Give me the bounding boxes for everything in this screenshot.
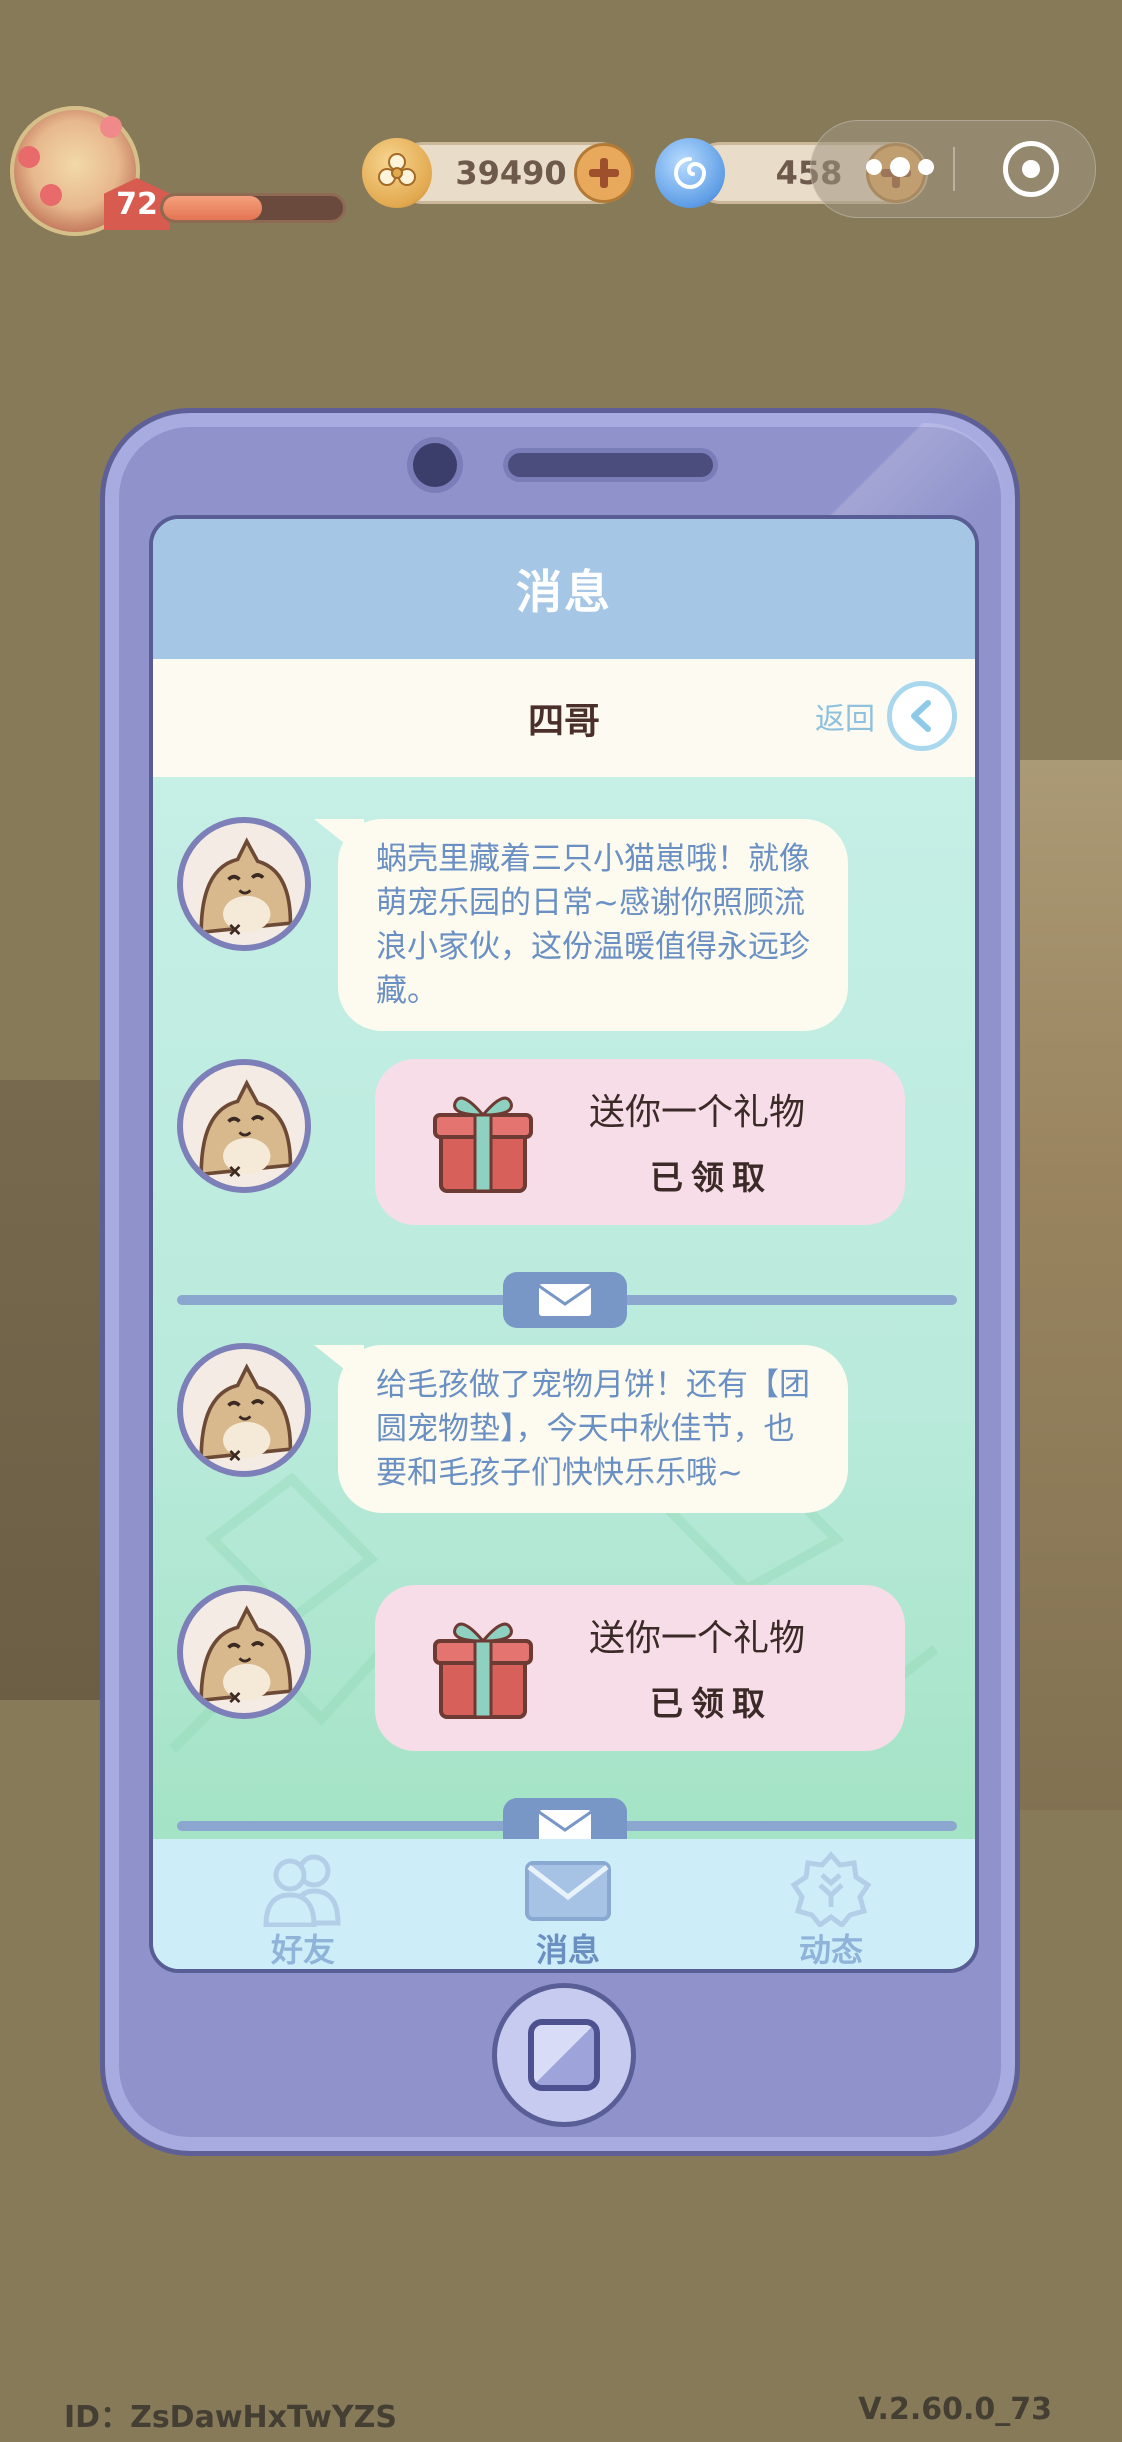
message-text: 给毛孩做了宠物月饼！还有【团圆宠物垫】，今天中秋佳节，也要和毛孩子们快快乐乐哦~ xyxy=(376,1367,810,1491)
feed-icon xyxy=(790,1851,872,1927)
tab-feed[interactable]: 动态 xyxy=(741,1839,921,1969)
message-text: 蜗壳里藏着三只小猫崽哦！就像萌宠乐园的日常~感谢你照顾流浪小家伙，这份温暖值得永… xyxy=(376,841,810,1009)
envelope-icon xyxy=(503,1798,627,1839)
background-room-left xyxy=(0,1080,100,1700)
xp-bar xyxy=(160,193,346,223)
tab-label: 消息 xyxy=(535,1931,600,1969)
gift-box-icon xyxy=(433,1096,533,1193)
sender-avatar[interactable] xyxy=(177,817,311,951)
bottom-tab-bar: 好友 消息 动态 xyxy=(153,1839,975,1969)
close-target-icon[interactable] xyxy=(1003,141,1059,197)
gift-box-icon xyxy=(433,1622,533,1719)
contact-name: 四哥 xyxy=(527,701,600,742)
back-button[interactable]: 返回 xyxy=(815,681,957,751)
messages-header: 消息 xyxy=(153,519,975,659)
speaker-grille xyxy=(508,453,713,477)
message-bubble: 蜗壳里藏着三只小猫崽哦！就像萌宠乐园的日常~感谢你照顾流浪小家伙，这份温暖值得永… xyxy=(338,819,848,1031)
envelope-icon xyxy=(503,1272,627,1328)
sender-avatar[interactable] xyxy=(177,1343,311,1477)
page-title: 消息 xyxy=(516,565,612,619)
gift-status: 已领取 xyxy=(650,1684,773,1723)
message-bubble: 给毛孩做了宠物月饼！还有【团圆宠物垫】，今天中秋佳节，也要和毛孩子们快快乐乐哦~ xyxy=(338,1345,848,1513)
camera-icon xyxy=(413,443,457,487)
sender-avatar[interactable] xyxy=(177,1585,311,1719)
home-button[interactable] xyxy=(492,1983,636,2127)
tab-friends[interactable]: 好友 xyxy=(213,1839,393,1969)
add-coins-button[interactable] xyxy=(574,143,634,203)
gift-message[interactable]: 送你一个礼物 已领取 xyxy=(375,1585,905,1751)
phone-screen: 消息 四哥 返回 蜗壳里藏着三只小猫崽哦！就像萌宠乐园的日常~感谢你照顾流浪小家… xyxy=(149,515,979,1973)
level-value: 72 xyxy=(116,186,158,222)
xp-bar-fill xyxy=(163,196,262,220)
tab-messages[interactable]: 消息 xyxy=(478,1839,658,1969)
friends-icon xyxy=(263,1854,341,1927)
tab-label: 动态 xyxy=(798,1931,863,1969)
background-room-right xyxy=(1012,760,1122,1810)
envelope-icon xyxy=(525,1861,611,1921)
gift-title: 送你一个礼物 xyxy=(589,1618,806,1659)
more-menu-icon[interactable] xyxy=(866,157,934,177)
chevron-left-icon xyxy=(887,681,957,751)
home-square-icon xyxy=(528,2019,600,2091)
version-label: V.2.60.0_73 xyxy=(858,2392,1052,2427)
tab-label: 好友 xyxy=(270,1931,335,1969)
conversation-bar: 四哥 返回 xyxy=(153,659,975,777)
swirl-gem-icon xyxy=(655,138,725,208)
capsule-divider xyxy=(953,147,955,191)
gift-title: 送你一个礼物 xyxy=(589,1092,806,1133)
gift-status: 已领取 xyxy=(650,1158,773,1197)
miniprogram-capsule xyxy=(810,120,1096,218)
back-label: 返回 xyxy=(815,702,875,737)
player-id: ID：ZsDawHxTwYZS xyxy=(64,2400,397,2435)
flower-coin-icon xyxy=(362,138,432,208)
chat-area[interactable]: 蜗壳里藏着三只小猫崽哦！就像萌宠乐园的日常~感谢你照顾流浪小家伙，这份温暖值得永… xyxy=(153,777,975,1839)
gift-message[interactable]: 送你一个礼物 已领取 xyxy=(375,1059,905,1225)
sender-avatar[interactable] xyxy=(177,1059,311,1193)
phone-frame: 消息 四哥 返回 蜗壳里藏着三只小猫崽哦！就像萌宠乐园的日常~感谢你照顾流浪小家… xyxy=(100,408,1020,2156)
